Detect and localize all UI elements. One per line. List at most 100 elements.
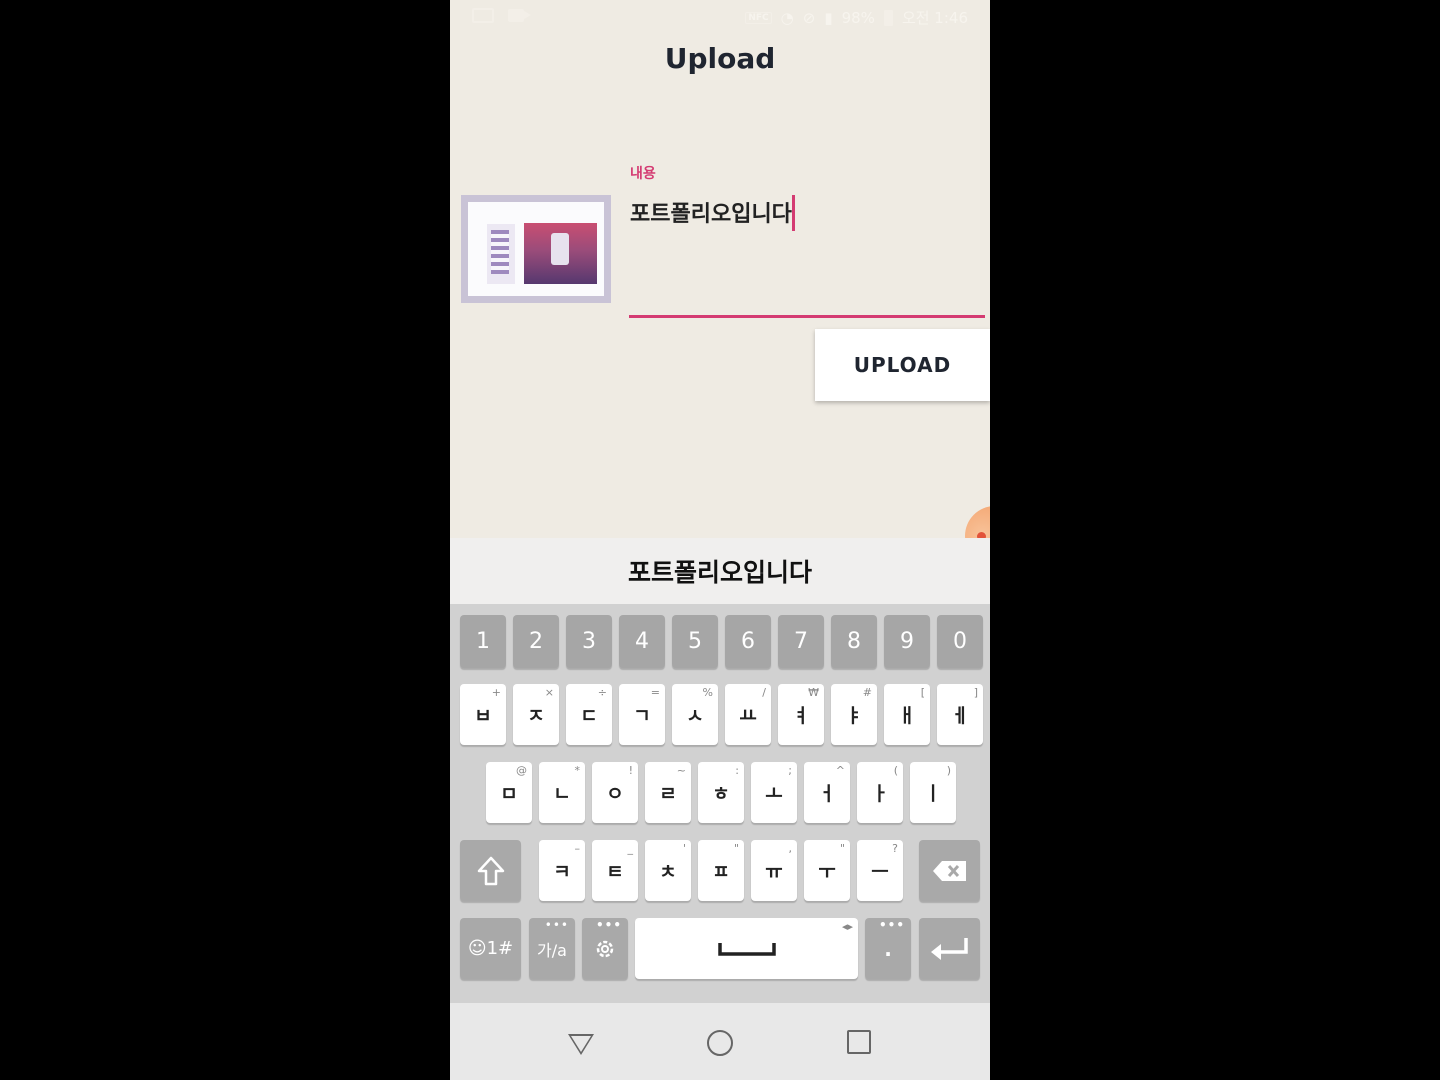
key-secondary-label: +: [491, 686, 501, 699]
letter-key[interactable]: ,ㅠ: [751, 840, 797, 901]
key-secondary-label: #: [862, 686, 872, 699]
key-label: ㄹ: [659, 783, 677, 805]
key-label: ㅌ: [606, 861, 624, 883]
recent-apps-icon[interactable]: [847, 1030, 871, 1054]
letter-key[interactable]: ) ㅣ: [910, 762, 956, 823]
number-key[interactable]: 2: [513, 615, 559, 668]
key-label: 7: [794, 629, 808, 654]
language-key-label: 가/a: [537, 940, 567, 960]
letter-key[interactable]: ] ㅔ: [937, 684, 983, 745]
key-secondary-label: ÷: [597, 686, 607, 699]
suggestion-bar[interactable]: 포트폴리오입니다: [450, 538, 990, 604]
image-thumbnail[interactable]: [461, 195, 611, 303]
symbols-key-label: ☺1#: [467, 938, 514, 959]
letter-key[interactable]: ₩ ㅕ: [778, 684, 824, 745]
key-label: 5: [688, 629, 702, 654]
letter-key[interactable]: ÷ ㄷ: [566, 684, 612, 745]
letter-key[interactable]: * ㄴ: [539, 762, 585, 823]
key-label: 1: [476, 629, 490, 654]
letter-key[interactable]: ? ㅡ: [857, 840, 903, 901]
status-bar: NFC ◔ ⊘ ▮ 98% 오전 1:46: [450, 0, 990, 34]
letter-key[interactable]: :ㅎ: [698, 762, 744, 823]
back-icon[interactable]: [568, 1034, 594, 1055]
period-key-label: .: [884, 936, 892, 961]
symbols-key[interactable]: ☺1#: [460, 918, 521, 979]
key-label: ㅠ: [765, 861, 783, 883]
number-key[interactable]: 5: [672, 615, 718, 668]
key-label: ㅣ: [924, 783, 942, 805]
key-secondary-label: *: [574, 764, 581, 777]
key-label: ㅕ: [792, 705, 810, 727]
letter-key[interactable]: (ㅏ: [857, 762, 903, 823]
number-key[interactable]: 8: [831, 615, 877, 668]
number-key[interactable]: 6: [725, 615, 771, 668]
letter-key[interactable]: _ ㅌ: [592, 840, 638, 901]
key-label: 2: [529, 629, 543, 654]
letter-key[interactable]: / ㅛ: [725, 684, 771, 745]
key-label: ㅗ: [765, 783, 783, 805]
shift-icon: [477, 856, 504, 885]
key-label: ㅍ: [712, 861, 730, 883]
letter-key[interactable]: " ㅜ: [804, 840, 850, 901]
no-sim-icon: ⊘: [802, 8, 816, 27]
key-secondary-label: ): [946, 764, 951, 777]
text-cursor: [792, 195, 795, 231]
suggestion-text[interactable]: 포트폴리오입니다: [628, 553, 812, 589]
key-label: ㅋ: [553, 861, 571, 883]
key-secondary-label: ^: [835, 764, 845, 777]
content-label: 내용: [630, 166, 656, 182]
letter-key[interactable]: " ㅍ: [698, 840, 744, 901]
enter-key[interactable]: [919, 918, 980, 979]
gear-icon: [596, 940, 614, 957]
home-icon[interactable]: [707, 1030, 733, 1056]
letter-key[interactable]: # ㅑ: [831, 684, 877, 745]
number-key[interactable]: 4: [619, 615, 665, 668]
letter-key[interactable]: [ㅐ: [884, 684, 930, 745]
settings-key[interactable]: •••: [582, 918, 628, 979]
letter-key[interactable]: ! ㅇ: [592, 762, 638, 823]
key-secondary-label: ;: [788, 764, 792, 777]
key-secondary-label: ×: [544, 686, 554, 699]
number-key[interactable]: 1: [460, 615, 506, 668]
letter-key[interactable]: × ㅈ: [513, 684, 559, 745]
letter-key[interactable]: @ ㅁ: [486, 762, 532, 823]
letter-key[interactable]: ' ㅊ: [645, 840, 691, 901]
key-label: ㄴ: [553, 783, 571, 805]
key-label: ㅊ: [659, 861, 677, 883]
space-key[interactable]: ◂▸: [635, 918, 858, 979]
letter-key[interactable]: + ㅂ: [460, 684, 506, 745]
period-key[interactable]: ••• .: [865, 918, 911, 979]
letter-key[interactable]: % ㅅ: [672, 684, 718, 745]
shift-key[interactable]: [460, 840, 521, 901]
letter-key[interactable]: = ㄱ: [619, 684, 665, 745]
input-underline: [629, 315, 985, 318]
more-dots-icon: •••: [595, 918, 622, 932]
key-label: ㅜ: [818, 861, 836, 883]
letter-key[interactable]: ; ㅗ: [751, 762, 797, 823]
more-dots-icon: •••: [544, 918, 569, 932]
content-input[interactable]: 포트폴리오입니다: [630, 196, 792, 228]
key-label: ㅁ: [500, 783, 518, 805]
number-key[interactable]: 0: [937, 615, 983, 668]
key-secondary-label: ": [839, 842, 845, 855]
video-icon: [508, 9, 531, 22]
thumbnail-preview: [468, 202, 604, 296]
letter-key[interactable]: ~ ㄹ: [645, 762, 691, 823]
letter-key[interactable]: ^ ㅓ: [804, 762, 850, 823]
thumbnail-page: [487, 224, 515, 284]
language-key[interactable]: ••• 가/a: [529, 918, 575, 979]
key-secondary-label: [: [920, 686, 925, 699]
keyboard: ? ㅡ " ㅜ, ㅠ " ㅍ ' ㅊ _ ㅌ – ㅋ) ㅣ(ㅏ ^ ㅓ; ㅗ: ㅎ ~ ㄹ! ㅇ * ㄴ @ ㅁ] ㅔ[ㅐ # ㅑ ₩ ㅕ…: [450, 604, 990, 1003]
upload-button[interactable]: UPLOAD: [815, 329, 990, 401]
backspace-key[interactable]: [919, 840, 980, 901]
key-secondary-label: @: [516, 764, 527, 777]
clock: 오전 1:46: [901, 9, 968, 27]
number-key[interactable]: 9: [884, 615, 930, 668]
key-secondary-label: :: [735, 764, 739, 777]
phone-screen: NFC ◔ ⊘ ▮ 98% 오전 1:46 Upload 내용 포트폴리오입니다…: [450, 0, 990, 1080]
number-key[interactable]: 3: [566, 615, 612, 668]
key-label: 9: [900, 629, 914, 654]
letter-key[interactable]: – ㅋ: [539, 840, 585, 901]
key-label: ㄷ: [580, 705, 598, 727]
number-key[interactable]: 7: [778, 615, 824, 668]
